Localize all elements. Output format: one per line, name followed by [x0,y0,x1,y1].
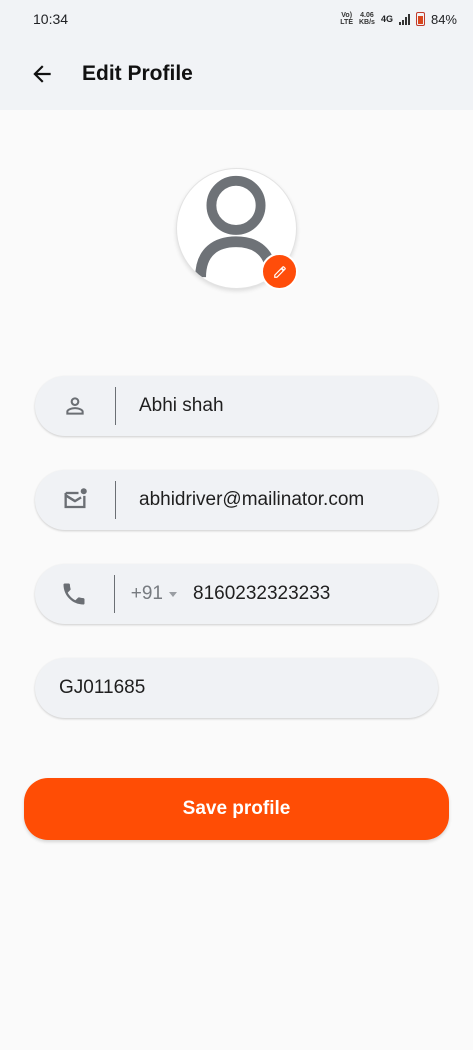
country-code-label: +91 [130,583,163,604]
phone-input[interactable] [177,564,438,624]
country-code-selector[interactable]: +91 [115,583,177,605]
vehicle-number-field [35,658,438,718]
status-time: 10:34 [33,11,69,27]
battery-icon [415,12,425,26]
network-speed: 4.06 KB/s [359,12,375,26]
name-input[interactable] [116,376,438,436]
phone-icon [63,583,85,605]
status-indicators: Vo) LTE 4.06 KB/s 4G 84% [340,12,457,27]
network-type: 4G [380,14,393,24]
vehicle-number-input[interactable] [35,658,438,718]
name-field-icon-wrap [35,393,115,419]
signal-icon [398,13,410,25]
page-title: Edit Profile [82,62,193,85]
email-input[interactable] [116,470,438,530]
pencil-icon [273,265,286,278]
person-outline-icon [66,397,84,415]
caret-down-icon [169,591,177,597]
back-button[interactable] [22,54,62,94]
arrow-left-icon [33,65,51,83]
email-field [35,470,438,530]
battery-percent: 84% [430,11,457,27]
status-bar: 10:34 Vo) LTE 4.06 KB/s 4G 84% [0,0,473,38]
edit-photo-button[interactable] [261,253,298,290]
phone-field-icon-wrap [35,580,114,608]
app-bar: Edit Profile [0,38,473,110]
avatar-container [176,168,298,290]
phone-field: +91 [35,564,438,624]
mail-unread-icon [64,488,87,509]
edit-profile-screen: 10:34 Vo) LTE 4.06 KB/s 4G 84% Edit Prof… [0,0,473,1050]
volte-indicator: Vo) LTE [340,12,353,26]
email-field-icon-wrap [35,486,115,514]
name-field [35,376,438,436]
save-profile-button[interactable]: Save profile [24,778,449,840]
